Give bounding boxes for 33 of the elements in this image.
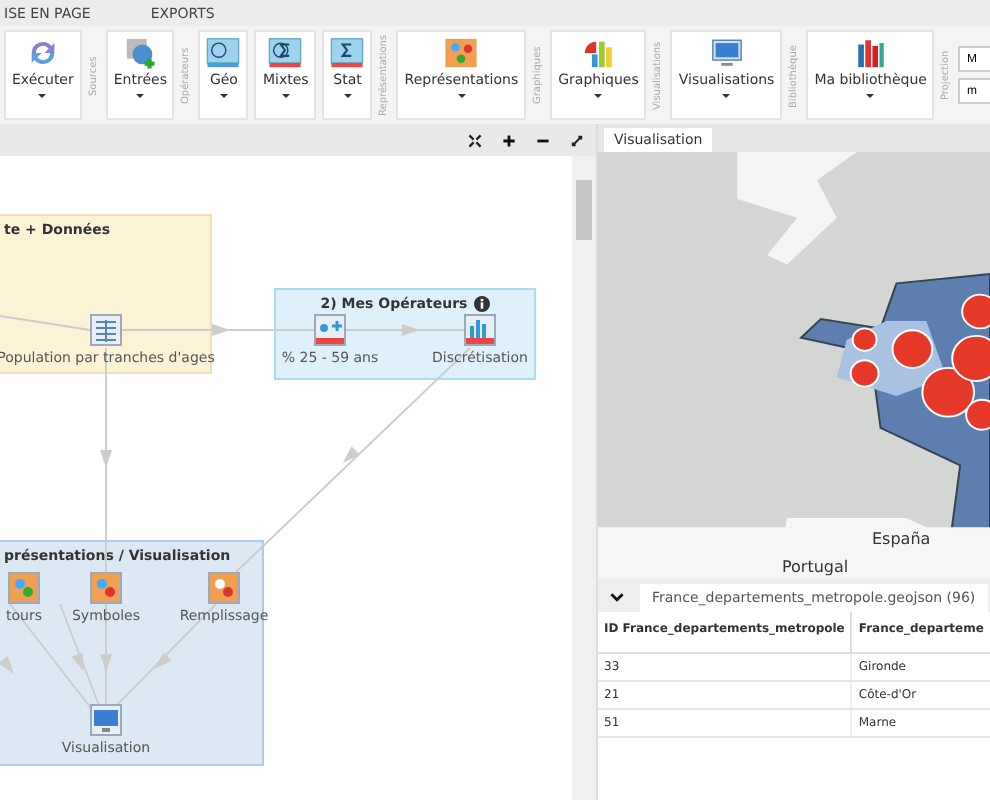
table-icon[interactable] <box>90 314 122 346</box>
caret-icon <box>281 94 290 102</box>
fill-icon[interactable] <box>208 572 240 604</box>
caret-icon <box>457 94 466 102</box>
zoom-in-icon[interactable] <box>502 133 516 147</box>
caret-icon <box>722 94 731 102</box>
caret-icon <box>136 94 145 102</box>
scrollbar-thumb[interactable] <box>576 180 592 240</box>
chart-icon <box>581 36 616 70</box>
expand-icon[interactable] <box>570 133 584 147</box>
operator-icon[interactable] <box>314 314 346 346</box>
connector-arrow <box>345 324 465 336</box>
caret-icon <box>38 94 47 102</box>
compass-icon <box>206 36 241 70</box>
caret-icon <box>866 94 875 102</box>
fit-icon[interactable] <box>468 133 482 147</box>
caret-icon <box>219 94 228 102</box>
sigma-icon <box>330 36 365 70</box>
caret-icon <box>594 94 603 102</box>
info-icon[interactable] <box>473 296 490 312</box>
map-label: Portugal <box>782 558 849 576</box>
globe-plus-icon <box>123 36 158 70</box>
compass-sigma-icon <box>268 36 303 70</box>
map-view[interactable]: España Portugal <box>598 152 990 578</box>
monitor-icon <box>709 36 744 70</box>
chevron-down-icon[interactable] <box>610 592 624 602</box>
map-label: España <box>872 530 931 548</box>
shapes-icon <box>444 36 479 70</box>
caret-icon <box>343 94 352 102</box>
scrollbar[interactable] <box>572 156 596 800</box>
monitor-icon[interactable] <box>90 704 122 736</box>
books-icon <box>853 36 888 70</box>
symbols-icon[interactable] <box>90 572 122 604</box>
